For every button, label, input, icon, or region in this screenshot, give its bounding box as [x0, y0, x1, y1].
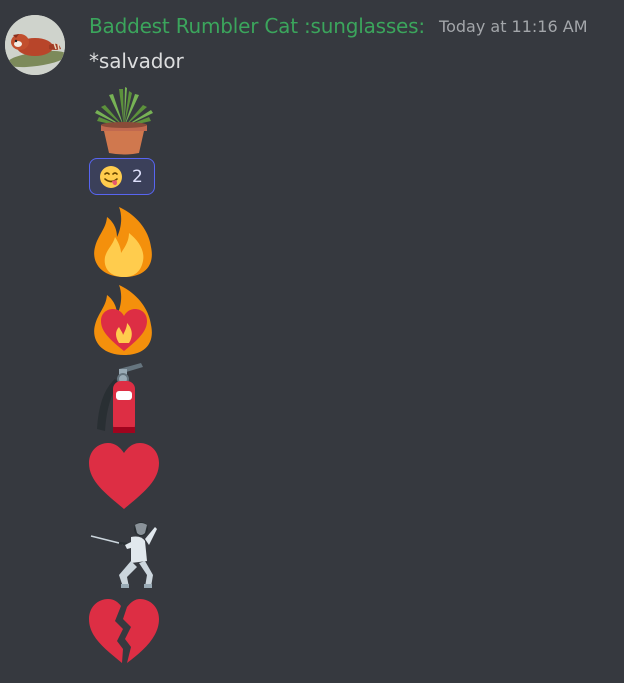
fire-icon	[89, 207, 159, 277]
reaction-chip[interactable]: 2	[89, 158, 155, 195]
reaction-count: 2	[132, 166, 143, 187]
face-savoring-food-icon	[99, 165, 123, 189]
message-header: Baddest Rumbler Cat :sunglasses: Today a…	[89, 14, 588, 38]
heart-on-fire-icon	[89, 285, 159, 355]
red-heart-icon	[89, 441, 159, 511]
fire-extinguisher-icon	[89, 363, 159, 433]
timestamp[interactable]: Today at 11:16 AM	[439, 17, 587, 36]
avatar[interactable]	[5, 15, 65, 75]
person-fencing-icon	[89, 519, 159, 589]
potted-plant-icon	[89, 85, 159, 155]
broken-heart-icon	[89, 597, 159, 667]
username[interactable]: Baddest Rumbler Cat :sunglasses:	[89, 14, 425, 38]
red-panda-avatar-icon	[5, 15, 65, 75]
message-text: *salvador	[89, 49, 184, 73]
